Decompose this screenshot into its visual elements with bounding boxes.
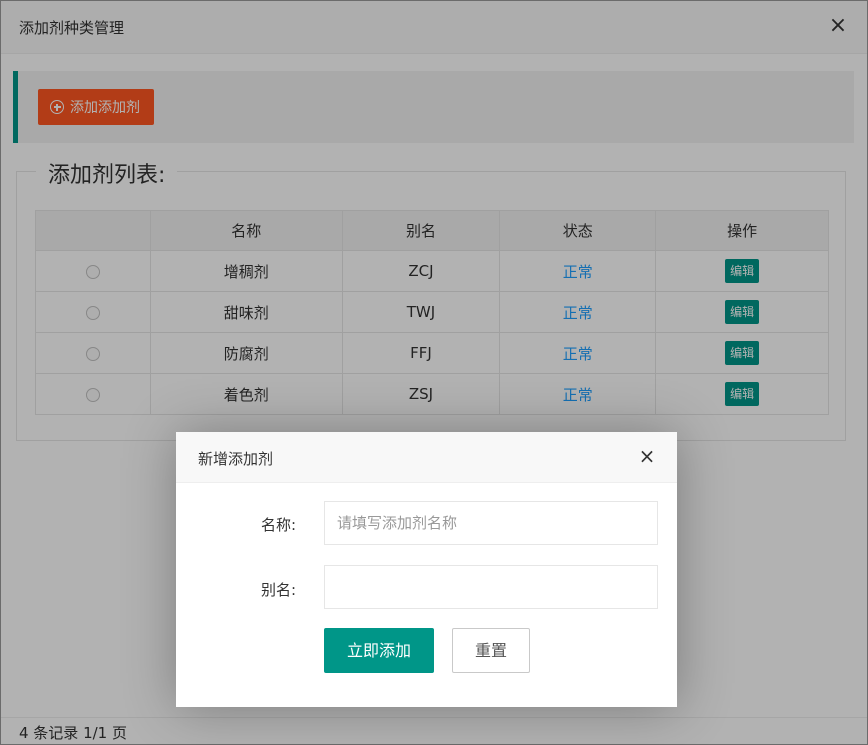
alias-input[interactable] — [324, 565, 658, 609]
dialog-title: 新增添加剂 — [198, 450, 274, 468]
dialog-header: 新增添加剂 × — [176, 432, 677, 483]
alias-label: 别名: — [260, 581, 296, 599]
reset-button[interactable]: 重置 — [452, 628, 530, 673]
name-input[interactable] — [324, 501, 658, 545]
submit-button[interactable]: 立即添加 — [324, 628, 434, 673]
close-icon[interactable]: × — [637, 446, 657, 466]
name-label: 名称: — [260, 516, 296, 534]
add-additive-dialog: 新增添加剂 × 名称: 别名: 立即添加 重置 — [176, 432, 677, 707]
